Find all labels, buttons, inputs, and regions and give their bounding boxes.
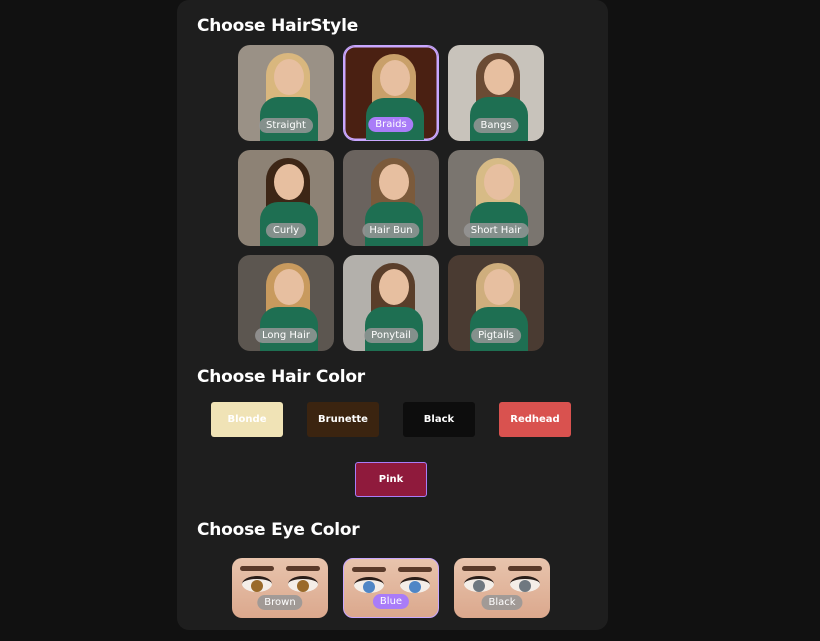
hairstyle-label: Pigtails: [471, 328, 521, 343]
hairstyle-label: Ponytail: [364, 328, 418, 343]
hair-color-black-button[interactable]: Black: [403, 402, 475, 437]
eye-color-option-blue[interactable]: Blue: [343, 558, 439, 618]
hair-color-section-title: Choose Hair Color: [197, 367, 365, 387]
hair-color-blonde-button[interactable]: Blonde: [211, 402, 283, 437]
hairstyle-label: Straight: [259, 118, 313, 133]
hairstyle-label: Hair Bun: [362, 223, 420, 238]
iris-icon: [519, 580, 531, 592]
hairstyle-label: Bangs: [473, 118, 519, 133]
hair-color-redhead-button[interactable]: Redhead: [499, 402, 571, 437]
hairstyle-option-bangs[interactable]: Bangs: [448, 45, 544, 141]
hairstyle-label: Curly: [265, 223, 307, 238]
hair-color-pink-button[interactable]: Pink: [355, 462, 427, 497]
eye-color-section-title: Choose Eye Color: [197, 520, 360, 540]
eye-color-options: Brown Blue Black: [232, 558, 550, 618]
eye-color-label: Black: [481, 595, 523, 610]
iris-icon: [251, 580, 263, 592]
hairstyle-label: Long Hair: [255, 328, 317, 343]
hairstyle-label: Braids: [368, 117, 414, 132]
hairstyle-option-straight[interactable]: Straight: [238, 45, 334, 141]
eye-color-label: Brown: [257, 595, 303, 610]
selection-panel: Choose HairStyle Straight Braids Bangs C…: [177, 0, 608, 630]
hairstyle-option-short-hair[interactable]: Short Hair: [448, 150, 544, 246]
eye-color-option-black[interactable]: Black: [454, 558, 550, 618]
eye-color-option-brown[interactable]: Brown: [232, 558, 328, 618]
hairstyle-option-braids[interactable]: Braids: [343, 45, 439, 141]
hairstyle-option-pigtails[interactable]: Pigtails: [448, 255, 544, 351]
hairstyle-option-ponytail[interactable]: Ponytail: [343, 255, 439, 351]
eye-color-label: Blue: [372, 594, 410, 609]
hairstyle-grid: Straight Braids Bangs Curly Hair Bun Sho…: [238, 45, 544, 351]
iris-icon: [409, 581, 421, 593]
hair-color-brunette-button[interactable]: Brunette: [307, 402, 379, 437]
hairstyle-label: Short Hair: [463, 223, 529, 238]
iris-icon: [363, 581, 375, 593]
iris-icon: [473, 580, 485, 592]
hairstyle-option-long-hair[interactable]: Long Hair: [238, 255, 334, 351]
hairstyle-option-hair-bun[interactable]: Hair Bun: [343, 150, 439, 246]
hairstyle-option-curly[interactable]: Curly: [238, 150, 334, 246]
hairstyle-section-title: Choose HairStyle: [197, 16, 359, 36]
iris-icon: [297, 580, 309, 592]
